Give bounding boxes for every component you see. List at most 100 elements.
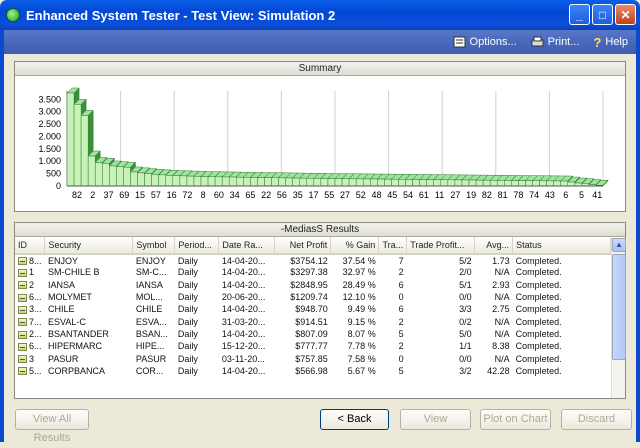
bar: [158, 174, 166, 187]
column-header[interactable]: Security: [44, 237, 134, 255]
bar: [454, 179, 463, 187]
column-header[interactable]: Period...: [174, 237, 220, 255]
table-cell: HIPERMARC: [47, 341, 102, 352]
table-cell: 12.10 %: [342, 292, 376, 303]
table-cell: N/A: [494, 353, 510, 364]
row-collapse-icon[interactable]: [18, 367, 27, 376]
maximize-button[interactable]: □: [592, 4, 613, 25]
view-all-results-button[interactable]: View All Results: [15, 409, 89, 444]
column-header[interactable]: Symbol: [132, 237, 176, 255]
table-row[interactable]: 3 PASUR PASUR Daily 03-11-20... $757.85 7.58 %…: [15, 352, 611, 364]
vertical-scrollbar[interactable]: ▲: [611, 238, 626, 398]
table-cell: 28.49 %: [342, 279, 376, 290]
row-id: 7...: [29, 316, 42, 327]
column-header[interactable]: ID: [15, 237, 46, 255]
table-row[interactable]: 8... ENJOY ENJOY Daily 14-04-20... $3754.12 37…: [15, 254, 611, 266]
table-row[interactable]: 2... BSANTANDER BSAN... Daily 14-04-20... $80…: [15, 328, 611, 340]
table-row[interactable]: 6... HIPERMARC HIPE... Daily 15-12-20... $777…: [15, 340, 611, 352]
table-cell: CHILE: [135, 304, 163, 315]
column-header[interactable]: Date Ra...: [218, 237, 276, 255]
scroll-up-icon[interactable]: ▲: [612, 238, 626, 252]
table-cell: 14-04-20...: [221, 255, 266, 266]
table-cell: Completed.: [515, 292, 562, 303]
row-collapse-icon[interactable]: [18, 318, 27, 327]
table-cell: 1: [15, 266, 45, 278]
help-label: Help: [605, 36, 628, 48]
row-collapse-icon[interactable]: [18, 281, 27, 290]
column-header[interactable]: Avg...: [474, 237, 514, 255]
table-cell: 6: [398, 304, 404, 315]
table-cell: 7: [398, 255, 404, 266]
table-row[interactable]: 3... CHILE CHILE Daily 14-04-20... $948.70 9.4…: [15, 303, 611, 315]
x-tick-label: 5: [579, 190, 584, 200]
view-button[interactable]: View: [400, 409, 471, 430]
table-cell: SM-CHILE B: [47, 267, 100, 278]
row-collapse-icon[interactable]: [18, 342, 27, 351]
row-collapse-icon[interactable]: [18, 257, 27, 266]
table-cell: 03-11-20...: [221, 353, 265, 364]
table-cell: 1/1: [459, 341, 472, 352]
bar: [271, 177, 279, 187]
table-cell: Daily: [177, 365, 198, 376]
bar: [461, 179, 470, 187]
table-row[interactable]: 7... ESVAL-C ESVA... Daily 31-03-20... $914.5…: [15, 315, 611, 327]
table-cell: HIPE...: [135, 341, 165, 352]
table-cell: 8.07 %: [347, 328, 376, 339]
minimize-button[interactable]: _: [569, 4, 590, 25]
bar: [426, 179, 434, 187]
column-header[interactable]: Tra...: [378, 237, 408, 255]
table-cell: 7.78 %: [347, 341, 376, 352]
row-collapse-icon[interactable]: [18, 269, 27, 278]
table-cell: IANSA: [135, 279, 163, 290]
table-cell: 3: [15, 352, 45, 364]
table-cell: $807.09: [295, 328, 328, 339]
table-cell: 5/1: [459, 279, 472, 290]
bar: [419, 179, 427, 187]
table-cell: $566.98: [295, 365, 328, 376]
bar: [264, 177, 272, 187]
table-cell: $948.70: [295, 304, 328, 315]
row-id: 1: [29, 267, 35, 278]
app-icon: [6, 8, 20, 22]
help-menu[interactable]: ? Help: [593, 35, 628, 50]
table-cell: BSANTANDER: [47, 328, 109, 339]
column-header[interactable]: % Gain: [330, 237, 380, 255]
table-cell: 3...: [15, 303, 45, 315]
plot-on-chart-button[interactable]: Plot on Chart: [480, 409, 551, 430]
window-frame-right: [636, 30, 640, 442]
discard-button[interactable]: Discard: [561, 409, 632, 430]
row-collapse-icon[interactable]: [18, 293, 27, 302]
bar: [80, 115, 89, 187]
table-cell: Completed.: [515, 267, 562, 278]
window-frame-left: [0, 30, 4, 442]
table-cell: BSAN...: [135, 328, 168, 339]
table-cell: $1209.74: [290, 292, 328, 303]
close-button[interactable]: ✕: [615, 4, 636, 25]
table-row[interactable]: 1 SM-CHILE B SM-C... Daily 14-04-20... $3297.…: [15, 266, 611, 278]
row-collapse-icon[interactable]: [18, 355, 27, 364]
table-cell: 2: [398, 341, 404, 352]
bar: [66, 92, 75, 187]
results-table: ID Security Symbol Period... Date Ra... Net P…: [15, 237, 611, 377]
table-cell: 14-04-20...: [221, 328, 266, 339]
row-collapse-icon[interactable]: [18, 305, 27, 314]
table-cell: ESVA...: [135, 316, 167, 327]
table-row[interactable]: 6... MOLYMET MOL... Daily 20-06-20... $1209.7…: [15, 291, 611, 303]
back-button[interactable]: < Back: [320, 409, 389, 430]
options-menu[interactable]: Options...: [453, 36, 517, 48]
bar: [207, 176, 216, 187]
table-cell: Completed.: [515, 328, 562, 339]
x-tick-label: 8: [201, 190, 206, 200]
table-row[interactable]: 5... CORPBANCA COR... Daily 14-04-20... $566.…: [15, 365, 611, 377]
column-header[interactable]: Net Profit: [274, 237, 332, 255]
row-collapse-icon[interactable]: [18, 330, 27, 339]
table-cell: Daily: [177, 255, 198, 266]
table-row[interactable]: 2 IANSA IANSA Daily 14-04-20... $2848.95 28.49…: [15, 279, 611, 291]
table-header-row: ID Security Symbol Period... Date Ra... Net P…: [15, 237, 611, 255]
print-menu[interactable]: Print...: [531, 36, 579, 48]
scroll-thumb[interactable]: [612, 254, 626, 360]
x-tick-label: 61: [419, 190, 429, 200]
bar: [102, 163, 110, 187]
column-header[interactable]: Status: [512, 237, 611, 255]
column-header[interactable]: Trade Profit...: [406, 237, 476, 255]
